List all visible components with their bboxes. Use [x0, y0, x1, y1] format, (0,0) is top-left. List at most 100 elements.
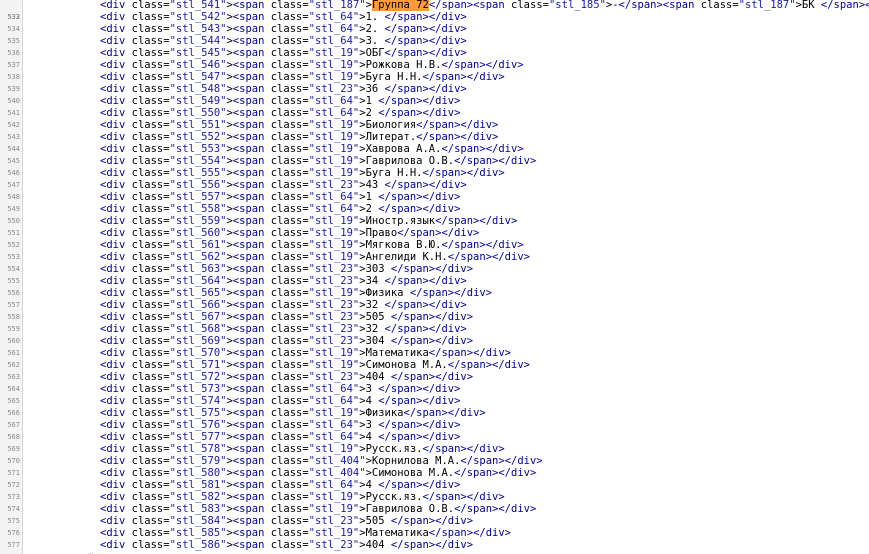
- code-line[interactable]: 538 <div class="stl_547"><span class="stl…: [0, 71, 869, 83]
- code-line[interactable]: 557 <div class="stl_566"><span class="stl…: [0, 299, 869, 311]
- code-line[interactable]: 535 <div class="stl_544"><span class="stl…: [0, 35, 869, 47]
- cell-text: 303: [365, 263, 391, 275]
- code-line[interactable]: 570 <div class="stl_579"><span class="stl…: [0, 455, 869, 467]
- cell-text: 43: [365, 179, 385, 191]
- code-line[interactable]: 565 <div class="stl_574"><span class="stl…: [0, 395, 869, 407]
- line-number: 572: [7, 481, 20, 489]
- cell-text: 1.: [365, 11, 385, 23]
- code-text: <div class="stl_557"><span class="stl_64…: [100, 191, 461, 203]
- cell-text: ОБГ: [365, 47, 385, 59]
- code-line[interactable]: 547 <div class="stl_556"><span class="stl…: [0, 179, 869, 191]
- code-line[interactable]: 533 <div class="stl_542"><span class="stl…: [0, 11, 869, 23]
- code-editor[interactable]: 532 <div class="stl_541"><span class="st…: [0, 0, 869, 554]
- code-text: <div class="stl_560"><span class="stl_19…: [100, 227, 480, 239]
- cell-text: Литерат.: [365, 131, 417, 143]
- code-text: <div class="stl_570"><span class="stl_19…: [100, 347, 511, 359]
- code-line[interactable]: 558 <div class="stl_567"><span class="stl…: [0, 311, 869, 323]
- line-number: 548: [7, 193, 20, 201]
- line-number: 567: [7, 421, 20, 429]
- code-line[interactable]: 574 <div class="stl_583"><span class="stl…: [0, 503, 869, 515]
- code-text: <div class="stl_546"><span class="stl_19…: [100, 59, 524, 71]
- code-line[interactable]: 575 <div class="stl_584"><span class="stl…: [0, 515, 869, 527]
- code-text: <div class="stl_573"><span class="stl_64…: [100, 383, 461, 395]
- code-line[interactable]: 572 <div class="stl_581"><span class="stl…: [0, 479, 869, 491]
- line-number: 537: [7, 61, 20, 69]
- line-number: 552: [7, 241, 20, 249]
- code-line[interactable]: 568 <div class="stl_577"><span class="stl…: [0, 431, 869, 443]
- line-number: 545: [7, 157, 20, 165]
- code-line[interactable]: 556 <div class="stl_565"><span class="stl…: [0, 287, 869, 299]
- cell-text: 3: [365, 383, 379, 395]
- cell-text: 304: [365, 335, 391, 347]
- code-line[interactable]: 537 <div class="stl_546"><span class="stl…: [0, 59, 869, 71]
- cell-text: 1: [365, 95, 379, 107]
- code-line[interactable]: 559 <div class="stl_568"><span class="stl…: [0, 323, 869, 335]
- code-line[interactable]: 541 <div class="stl_550"><span class="stl…: [0, 107, 869, 119]
- cell-text: Корнилова М.А.: [371, 455, 461, 467]
- code-line[interactable]: 555 <div class="stl_564"><span class="stl…: [0, 275, 869, 287]
- cell-text: 505: [365, 311, 391, 323]
- line-number: 555: [7, 277, 20, 285]
- code-line[interactable]: 553 <div class="stl_562"><span class="stl…: [0, 251, 869, 263]
- cell-text: Русск.яз.: [365, 491, 423, 503]
- code-line[interactable]: 577 <div class="stl_586"><span class="stl…: [0, 539, 869, 551]
- line-number: 539: [7, 85, 20, 93]
- line-number: 543: [7, 133, 20, 141]
- line-number: 562: [7, 361, 20, 369]
- line-number: 561: [7, 349, 20, 357]
- line-number: 540: [7, 97, 20, 105]
- line-number: 559: [7, 325, 20, 333]
- code-line[interactable]: 542 <div class="stl_551"><span class="stl…: [0, 119, 869, 131]
- code-line[interactable]: 551 <div class="stl_560"><span class="stl…: [0, 227, 869, 239]
- code-line[interactable]: 552 <div class="stl_561"><span class="stl…: [0, 239, 869, 251]
- code-text: <div class="stl_547"><span class="stl_19…: [100, 71, 505, 83]
- code-text: <div class="stl_550"><span class="stl_64…: [100, 107, 461, 119]
- cell-text: Буга Н.Н.: [365, 71, 423, 83]
- cell-text: Гаврилова О.В.: [365, 503, 455, 515]
- cell-text: Хаврова А.А.: [365, 143, 442, 155]
- code-line[interactable]: 576 <div class="stl_585"><span class="stl…: [0, 527, 869, 539]
- cell-text: 1: [365, 191, 379, 203]
- code-text: <div class="stl_574"><span class="stl_64…: [100, 395, 461, 407]
- line-number: 568: [7, 433, 20, 441]
- code-line[interactable]: 545 <div class="stl_554"><span class="stl…: [0, 155, 869, 167]
- code-line[interactable]: 532 <div class="stl_541"><span class="st…: [0, 0, 869, 21]
- code-line[interactable]: 549 <div class="stl_558"><span class="stl…: [0, 203, 869, 215]
- fold-marker[interactable]: …: [88, 549, 93, 554]
- line-number: 541: [7, 109, 20, 117]
- line-number: 577: [7, 541, 20, 549]
- code-text: <div class="stl_563"><span class="stl_23…: [100, 263, 474, 275]
- code-line[interactable]: 571 <div class="stl_580"><span class="stl…: [0, 467, 869, 479]
- code-lines[interactable]: 532 <div class="stl_541"><span class="st…: [0, 0, 869, 551]
- cell-text: 4: [365, 395, 379, 407]
- code-line[interactable]: 539 <div class="stl_548"><span class="stl…: [0, 83, 869, 95]
- code-text: <div class="stl_555"><span class="stl_19…: [100, 167, 505, 179]
- code-line[interactable]: 548 <div class="stl_557"><span class="stl…: [0, 191, 869, 203]
- cell-text: Симонова М.А.: [371, 467, 455, 479]
- code-line[interactable]: 536 <div class="stl_545"><span class="stl…: [0, 47, 869, 59]
- code-line[interactable]: 562 <div class="stl_571"><span class="stl…: [0, 359, 869, 371]
- code-line[interactable]: 560 <div class="stl_569"><span class="stl…: [0, 335, 869, 347]
- code-line[interactable]: 567 <div class="stl_576"><span class="stl…: [0, 419, 869, 431]
- code-line[interactable]: 563 <div class="stl_572"><span class="stl…: [0, 371, 869, 383]
- code-line[interactable]: 546 <div class="stl_555"><span class="stl…: [0, 167, 869, 179]
- line-number: 536: [7, 49, 20, 57]
- code-text: <div class="stl_543"><span class="stl_64…: [100, 23, 467, 35]
- code-line[interactable]: 540 <div class="stl_549"><span class="stl…: [0, 95, 869, 107]
- line-number: 554: [7, 265, 20, 273]
- code-line[interactable]: 566 <div class="stl_575"><span class="stl…: [0, 407, 869, 419]
- cell-text: Гаврилова О.В.: [365, 155, 455, 167]
- code-line[interactable]: 543 <div class="stl_552"><span class="stl…: [0, 131, 869, 143]
- code-line[interactable]: 569 <div class="stl_578"><span class="stl…: [0, 443, 869, 455]
- cell-text: Симонова М.А.: [365, 359, 448, 371]
- code-line[interactable]: 544 <div class="stl_553"><span class="stl…: [0, 143, 869, 155]
- cell-text: Русск.яз.: [365, 443, 423, 455]
- code-line[interactable]: 534 <div class="stl_543"><span class="stl…: [0, 23, 869, 35]
- code-line[interactable]: 561 <div class="stl_570"><span class="stl…: [0, 347, 869, 359]
- code-line[interactable]: 554 <div class="stl_563"><span class="stl…: [0, 263, 869, 275]
- code-line[interactable]: 550 <div class="stl_559"><span class="stl…: [0, 215, 869, 227]
- cell-text: Биология: [365, 119, 417, 131]
- cell-text: Право: [365, 227, 398, 239]
- code-line[interactable]: 573 <div class="stl_582"><span class="stl…: [0, 491, 869, 503]
- code-line[interactable]: 564 <div class="stl_573"><span class="stl…: [0, 383, 869, 395]
